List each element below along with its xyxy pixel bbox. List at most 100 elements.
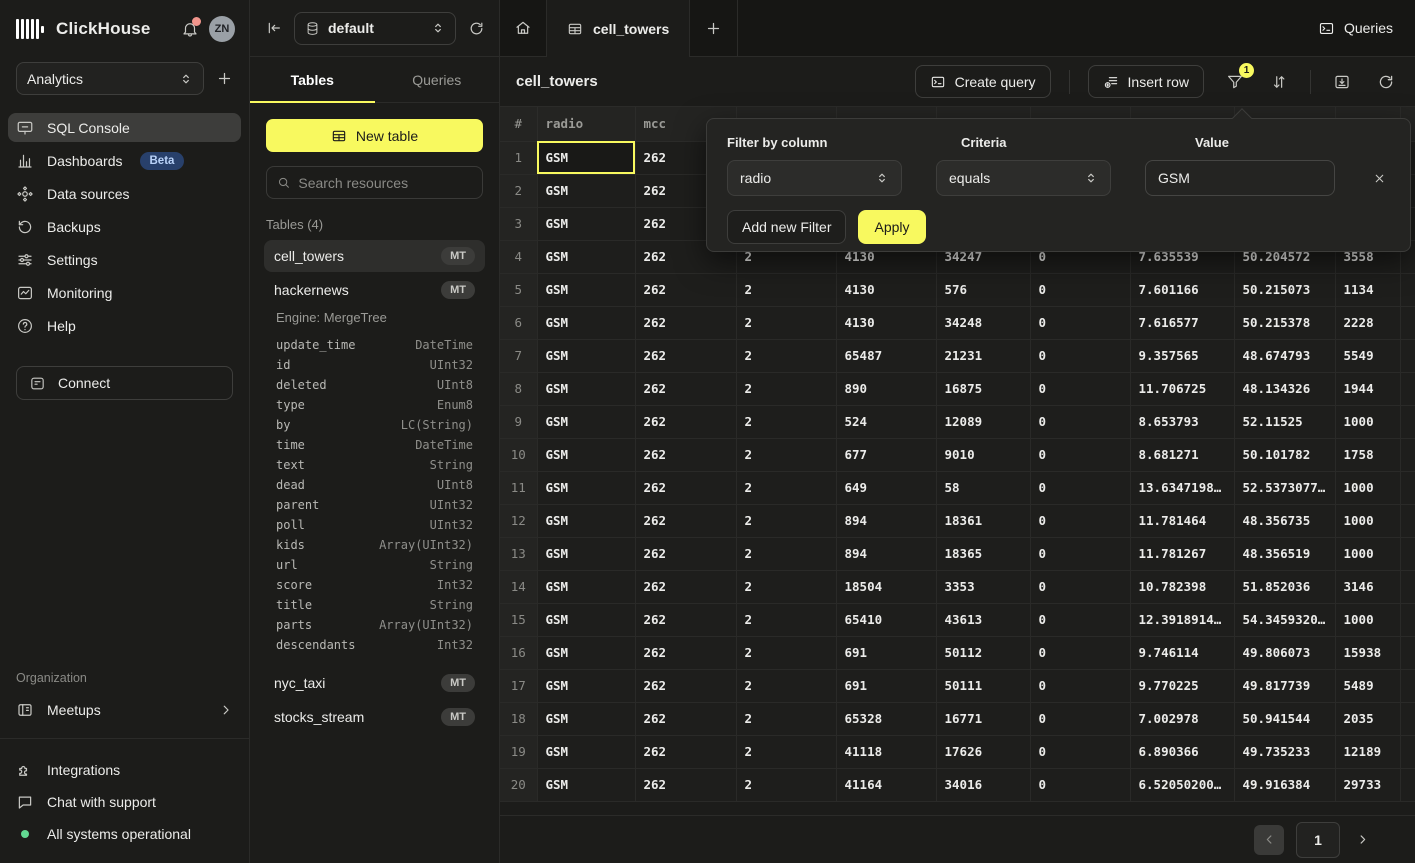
cell[interactable]: 262: [635, 768, 736, 801]
cell[interactable]: 5489: [1335, 669, 1400, 702]
cell[interactable]: [1400, 339, 1415, 372]
cell[interactable]: [1400, 372, 1415, 405]
tab-queries[interactable]: Queries: [375, 57, 500, 102]
cell[interactable]: 0: [1030, 669, 1130, 702]
cell[interactable]: GSM: [537, 405, 635, 438]
cell[interactable]: 9.770225: [1130, 669, 1234, 702]
cell[interactable]: 18361: [936, 504, 1030, 537]
cell[interactable]: 576: [936, 273, 1030, 306]
cell[interactable]: 2: [736, 636, 836, 669]
cell[interactable]: 2: [736, 372, 836, 405]
cell[interactable]: 50.215073: [1234, 273, 1335, 306]
criteria-select[interactable]: equals: [936, 160, 1111, 196]
cell[interactable]: 262: [635, 405, 736, 438]
cell[interactable]: 52.5373077…: [1234, 471, 1335, 504]
cell[interactable]: 677: [836, 438, 936, 471]
cell[interactable]: 50.215378: [1234, 306, 1335, 339]
table-item-hackernews[interactable]: hackernews MT: [264, 274, 485, 306]
new-tab-button[interactable]: [690, 0, 738, 56]
sidebar-item-meetups[interactable]: Meetups: [8, 695, 241, 724]
cell[interactable]: 65487: [836, 339, 936, 372]
refresh-explorer-icon[interactable]: [468, 20, 485, 37]
cell[interactable]: 48.134326: [1234, 372, 1335, 405]
cell[interactable]: 262: [635, 504, 736, 537]
cell[interactable]: 1000: [1335, 537, 1400, 570]
cell[interactable]: 51.852036: [1234, 570, 1335, 603]
download-icon[interactable]: [1329, 69, 1355, 95]
cell[interactable]: GSM: [537, 768, 635, 801]
cell[interactable]: 0: [1030, 504, 1130, 537]
cell[interactable]: 262: [635, 438, 736, 471]
cell[interactable]: 8.653793: [1130, 405, 1234, 438]
cell[interactable]: 0: [1030, 735, 1130, 768]
cell[interactable]: 262: [635, 537, 736, 570]
cell[interactable]: 50112: [936, 636, 1030, 669]
notifications-bell-icon[interactable]: [181, 20, 199, 38]
cell[interactable]: 2: [736, 768, 836, 801]
cell[interactable]: 262: [635, 306, 736, 339]
cell[interactable]: 890: [836, 372, 936, 405]
cell[interactable]: 2: [736, 273, 836, 306]
cell[interactable]: 1000: [1335, 603, 1400, 636]
cell[interactable]: 1000: [1335, 471, 1400, 504]
cell[interactable]: 2: [736, 471, 836, 504]
close-filter-icon[interactable]: [1369, 168, 1390, 189]
cell[interactable]: GSM: [537, 207, 635, 240]
cell[interactable]: 0: [1030, 405, 1130, 438]
cell[interactable]: 7.002978: [1130, 702, 1234, 735]
cell[interactable]: 50.101782: [1234, 438, 1335, 471]
sidebar-item-chat-support[interactable]: Chat with support: [8, 787, 241, 817]
cell[interactable]: 34016: [936, 768, 1030, 801]
cell[interactable]: [1400, 537, 1415, 570]
cell[interactable]: 262: [635, 471, 736, 504]
cell[interactable]: GSM: [537, 471, 635, 504]
cell[interactable]: 2: [736, 570, 836, 603]
sort-icon[interactable]: [1266, 69, 1292, 95]
cell[interactable]: 894: [836, 504, 936, 537]
cell[interactable]: 16875: [936, 372, 1030, 405]
cell[interactable]: 262: [635, 669, 736, 702]
cell[interactable]: 17626: [936, 735, 1030, 768]
cell[interactable]: 18504: [836, 570, 936, 603]
cell[interactable]: 5549: [1335, 339, 1400, 372]
cell[interactable]: [1400, 735, 1415, 768]
cell[interactable]: 34248: [936, 306, 1030, 339]
cell[interactable]: 2035: [1335, 702, 1400, 735]
cell[interactable]: 0: [1030, 339, 1130, 372]
cell[interactable]: 691: [836, 669, 936, 702]
cell[interactable]: GSM: [537, 669, 635, 702]
sidebar-item-integrations[interactable]: Integrations: [8, 755, 241, 785]
table-item-nyc-taxi[interactable]: nyc_taxi MT: [264, 667, 485, 699]
cell[interactable]: 262: [635, 339, 736, 372]
cell[interactable]: 1134: [1335, 273, 1400, 306]
cell[interactable]: 41164: [836, 768, 936, 801]
cell[interactable]: GSM: [537, 735, 635, 768]
prev-page-button[interactable]: [1254, 825, 1284, 855]
cell[interactable]: [1400, 306, 1415, 339]
cell[interactable]: [1400, 405, 1415, 438]
sidebar-item-dashboards[interactable]: Dashboards Beta: [8, 146, 241, 175]
cell[interactable]: 48.356519: [1234, 537, 1335, 570]
cell[interactable]: [1400, 471, 1415, 504]
cell[interactable]: 18365: [936, 537, 1030, 570]
cell[interactable]: 262: [635, 372, 736, 405]
cell[interactable]: 41118: [836, 735, 936, 768]
connect-button[interactable]: Connect: [16, 366, 233, 400]
cell[interactable]: 894: [836, 537, 936, 570]
cell[interactable]: 2: [736, 735, 836, 768]
queries-button[interactable]: Queries: [1318, 20, 1393, 37]
refresh-icon[interactable]: [1373, 69, 1399, 95]
cell[interactable]: [1400, 603, 1415, 636]
cell[interactable]: 48.356735: [1234, 504, 1335, 537]
cell[interactable]: [1400, 669, 1415, 702]
cell[interactable]: 15938: [1335, 636, 1400, 669]
home-tab[interactable]: [500, 0, 547, 56]
cell[interactable]: 8.681271: [1130, 438, 1234, 471]
cell[interactable]: GSM: [537, 438, 635, 471]
cell[interactable]: 7.616577: [1130, 306, 1234, 339]
cell[interactable]: [1400, 438, 1415, 471]
cell[interactable]: 649: [836, 471, 936, 504]
cell[interactable]: 50.941544: [1234, 702, 1335, 735]
workspace-select[interactable]: Analytics: [16, 62, 204, 95]
cell[interactable]: GSM: [537, 174, 635, 207]
